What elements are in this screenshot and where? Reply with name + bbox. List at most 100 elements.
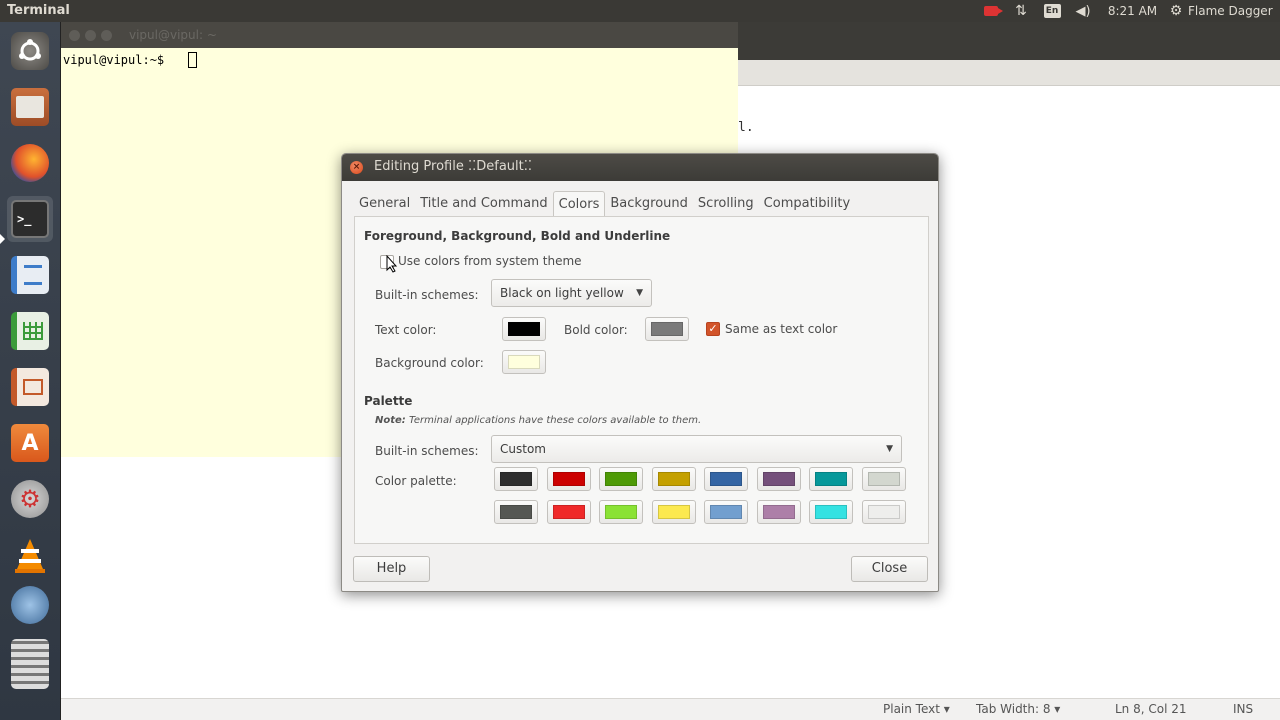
text-color-label: Text color: [375, 323, 437, 337]
editor-tabbar [738, 60, 1280, 86]
palette-color-button[interactable] [809, 467, 853, 491]
colors-tab-panel: Foreground, Background, Bold and Underli… [354, 216, 929, 544]
palette-note-bold: Note: [375, 415, 406, 426]
tab-compatibility[interactable]: Compatibility [759, 191, 856, 217]
help-button[interactable]: Help [353, 556, 430, 582]
clock[interactable]: 8:21 AM [1105, 2, 1160, 20]
same-as-text-checkbox[interactable]: ✓ [706, 322, 720, 336]
palette-color-swatch [657, 472, 690, 486]
palette-color-button[interactable] [494, 467, 538, 491]
color-palette-label: Color palette: [375, 474, 457, 488]
terminal-minimize-icon[interactable] [85, 30, 96, 41]
terminal-cursor [188, 52, 197, 68]
keyboard-layout-indicator[interactable]: En [1043, 2, 1061, 20]
top-panel: Terminal ⇅ En ◀) 8:21 AM ⚙ Flame Dagger [0, 0, 1280, 22]
palette-color-button[interactable] [599, 500, 643, 524]
network-icon[interactable]: ⇅ [1013, 2, 1029, 20]
palette-color-button[interactable] [756, 467, 801, 491]
palette-color-button[interactable] [809, 500, 853, 524]
volume-icon[interactable]: ◀) [1072, 2, 1094, 20]
language-mode-selector[interactable]: Plain Text ▾ [883, 702, 950, 716]
palette-color-button[interactable] [704, 467, 748, 491]
tab-width-selector[interactable]: Tab Width: 8 ▾ [976, 702, 1060, 716]
palette-color-swatch [867, 505, 900, 519]
palette-color-button[interactable] [704, 500, 748, 524]
screen-recorder-icon[interactable] [982, 2, 1003, 20]
terminal-icon[interactable]: >_ [7, 196, 53, 242]
editor-statusbar: Plain Text ▾ Tab Width: 8 ▾ Ln 8, Col 21… [61, 698, 1280, 720]
palette-color-swatch [552, 505, 585, 519]
tab-general[interactable]: General [354, 191, 415, 217]
palette-color-button[interactable] [546, 500, 591, 524]
palette-schemes-dropdown[interactable]: Custom ▼ [491, 435, 902, 463]
impress-icon[interactable] [7, 364, 53, 410]
insert-mode-indicator: INS [1233, 702, 1254, 716]
palette-color-button[interactable] [756, 500, 801, 524]
palette-color-swatch [762, 505, 795, 519]
dialog-titlebar: × Editing Profile ⁚⁚Default⁚⁚ [342, 154, 938, 181]
terminal-maximize-icon[interactable] [101, 30, 112, 41]
palette-color-swatch [500, 472, 532, 486]
trash-icon[interactable] [7, 634, 53, 694]
writer-icon[interactable] [7, 252, 53, 298]
cursor-position: Ln 8, Col 21 [1115, 702, 1187, 716]
palette-color-button[interactable] [599, 467, 643, 491]
palette-color-button[interactable] [651, 467, 696, 491]
palette-color-swatch [815, 505, 847, 519]
terminal-close-icon[interactable] [69, 30, 80, 41]
calc-icon[interactable] [7, 308, 53, 354]
tab-scrolling[interactable]: Scrolling [693, 191, 759, 217]
text-color-button[interactable] [502, 317, 546, 341]
palette-schemes-value: Custom [500, 442, 546, 456]
palette-note-text: Terminal applications have these colors … [405, 415, 702, 426]
gear-icon[interactable]: ⚙ [1168, 2, 1184, 20]
editor-text: l. [738, 120, 754, 135]
user-menu[interactable]: Flame Dagger [1188, 2, 1276, 20]
tab-background[interactable]: Background [605, 191, 693, 217]
use-system-colors-label[interactable]: Use colors from system theme [398, 254, 582, 268]
mouse-pointer-icon [386, 255, 398, 273]
editing-profile-dialog: × Editing Profile ⁚⁚Default⁚⁚ General Ti… [341, 153, 939, 592]
active-app-title: Terminal [7, 3, 70, 18]
palette-color-swatch [815, 472, 847, 486]
close-button[interactable]: Close [851, 556, 928, 582]
palette-note: Note: Terminal applications have these c… [375, 415, 701, 426]
active-app-indicator [0, 234, 5, 244]
close-icon[interactable]: × [350, 161, 363, 174]
dialog-title: Editing Profile ⁚⁚Default⁚⁚ [374, 159, 532, 174]
firefox-icon[interactable] [7, 140, 53, 186]
files-icon[interactable] [7, 84, 53, 130]
palette-color-swatch [657, 505, 690, 519]
palette-color-button[interactable] [546, 467, 591, 491]
palette-color-swatch [605, 505, 637, 519]
tab-title-and-command[interactable]: Title and Command [415, 191, 552, 217]
vlc-icon[interactable] [7, 532, 53, 578]
terminal-title: vipul@vipul: ~ [129, 28, 217, 42]
palette-color-swatch [605, 472, 637, 486]
palette-color-swatch [710, 472, 742, 486]
builtin-schemes-value: Black on light yellow [500, 286, 624, 300]
background-color-swatch [508, 355, 540, 369]
palette-color-button[interactable] [861, 500, 906, 524]
palette-color-button[interactable] [651, 500, 696, 524]
system-settings-icon[interactable]: ⚙ [7, 476, 53, 522]
palette-schemes-label: Built-in schemes: [375, 444, 479, 458]
software-center-icon[interactable]: A [7, 420, 53, 466]
terminal-prompt: vipul@vipul:~$ [63, 53, 172, 67]
text-color-swatch [508, 322, 540, 336]
palette-color-button[interactable] [494, 500, 538, 524]
workspace-icon[interactable] [7, 582, 53, 628]
builtin-schemes-dropdown[interactable]: Black on light yellow ▼ [491, 279, 652, 307]
palette-color-swatch [867, 472, 900, 486]
launcher: >_ A ⚙ [0, 22, 61, 720]
background-color-button[interactable] [502, 350, 546, 374]
ubuntu-dash-icon[interactable] [7, 28, 53, 74]
palette-color-button[interactable] [861, 467, 906, 491]
bold-color-button[interactable] [645, 317, 689, 341]
tab-colors[interactable]: Colors [552, 191, 606, 217]
background-color-label: Background color: [375, 356, 484, 370]
profile-tabs: General Title and Command Colors Backgro… [354, 191, 855, 217]
builtin-schemes-label: Built-in schemes: [375, 288, 479, 302]
same-as-text-label[interactable]: Same as text color [725, 322, 837, 336]
fg-bg-section-title: Foreground, Background, Bold and Underli… [364, 229, 671, 243]
